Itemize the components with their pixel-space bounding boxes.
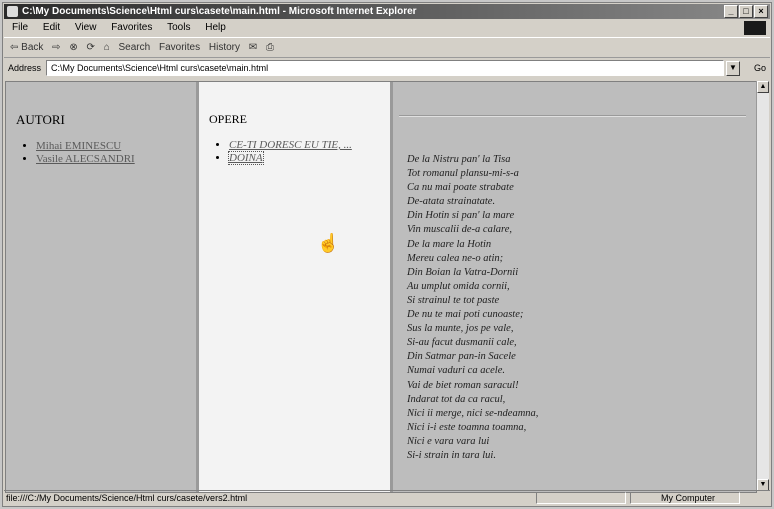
close-button[interactable]: ×	[754, 5, 768, 18]
poem-line: Au umplut omida cornii,	[407, 280, 510, 292]
hand-cursor-icon: ☝	[317, 233, 340, 253]
list-item: Vasile ALECSANDRI	[36, 153, 196, 165]
menu-file[interactable]: File	[12, 22, 28, 33]
menu-view[interactable]: View	[75, 22, 97, 33]
authors-heading: AUTORI	[16, 112, 65, 127]
stop-icon[interactable]: ⊗	[69, 38, 77, 57]
poem-frame: De la Nistru pan' la Tisa Tot romanul pla…	[393, 82, 756, 492]
poem-line: De la mare la Hotin	[407, 238, 492, 250]
maximize-button[interactable]: □	[739, 5, 753, 18]
page-content: AUTORI Mihai EMINESCU Vasile ALECSANDRI …	[5, 81, 757, 493]
poem-line: Mereu calea ne-o atin;	[407, 252, 504, 264]
poem-line: Tot romanul plansu-mi-s-a	[407, 168, 519, 180]
poem-line: Din Hotin si pan' la mare	[407, 210, 515, 222]
works-frame: OPERE CE-TI DORESC EU TIE, ... DOINA ☝	[199, 82, 393, 492]
refresh-icon[interactable]: ⟳	[87, 38, 95, 57]
windows-logo-icon	[744, 21, 766, 35]
poem-line: De-atata strainatate.	[407, 196, 496, 208]
poem-line: Ca nu mai poate strabate	[407, 182, 514, 194]
forward-button[interactable]: ⇨	[52, 38, 60, 57]
back-button[interactable]: ⇦ Back	[10, 38, 43, 57]
list-item: Mihai EMINESCU	[36, 140, 196, 152]
works-list: CE-TI DORESC EU TIE, ... DOINA	[199, 139, 390, 165]
vertical-scrollbar[interactable]: ▲ ▼	[756, 81, 769, 491]
poem-line: Sus la munte, jos pe vale,	[407, 323, 514, 335]
window-title: C:\My Documents\Science\Html curs\casete…	[22, 6, 417, 17]
poem-line: Din Boian la Vatra-Dornii	[407, 266, 519, 278]
browser-window: C:\My Documents\Science\Html curs\casete…	[2, 2, 772, 507]
authors-list: Mihai EMINESCU Vasile ALECSANDRI	[6, 140, 196, 165]
list-item: DOINA	[228, 151, 390, 165]
poem-line: Indarat tot da ca racul,	[407, 393, 506, 405]
poem-line: Din Satmar pan-in Sacele	[407, 351, 516, 363]
address-field[interactable]: C:\My Documents\Science\Html curs\casete…	[46, 60, 724, 76]
mail-icon[interactable]: ✉	[249, 38, 257, 57]
status-cells	[536, 492, 626, 504]
poem-line: Nici e vara vara lui	[407, 435, 490, 447]
print-icon[interactable]: ⎙	[266, 38, 274, 57]
poem-line: Nici ii merge, nici se-ndeamna,	[407, 407, 539, 419]
poem-line: De nu te mai poti cunoaste;	[407, 309, 524, 321]
menu-edit[interactable]: Edit	[43, 22, 60, 33]
poem-line: Nici i-i este toamna toamna,	[407, 421, 527, 433]
poem-line: Si strainul te tot paste	[407, 294, 500, 306]
author-link-alecsandri[interactable]: Vasile ALECSANDRI	[36, 153, 135, 165]
work-link-ce-ti-doresc[interactable]: CE-TI DORESC EU TIE, ...	[229, 139, 352, 151]
poem-line: De la Nistru pan' la Tisa	[407, 154, 511, 165]
title-bar: C:\My Documents\Science\Html curs\casete…	[4, 4, 770, 19]
menu-favorites[interactable]: Favorites	[111, 22, 152, 33]
history-button[interactable]: History	[209, 38, 240, 57]
menu-bar: File Edit View Favorites Tools Help	[4, 20, 770, 36]
scroll-up-icon[interactable]: ▲	[757, 81, 769, 93]
ie-icon	[7, 6, 18, 17]
chevron-down-icon[interactable]: ▼	[726, 61, 740, 76]
poem-text: De la Nistru pan' la Tisa Tot romanul pla…	[407, 153, 538, 463]
address-bar: Address C:\My Documents\Science\Html cur…	[4, 58, 770, 78]
poem-line: Si-i strain in tara lui.	[407, 449, 496, 461]
favorites-button[interactable]: Favorites	[159, 38, 200, 57]
menu-help[interactable]: Help	[205, 22, 226, 33]
list-item: CE-TI DORESC EU TIE, ...	[229, 139, 390, 151]
status-bar: file:///C:/My Documents/Science/Html cur…	[4, 490, 770, 505]
poem-line: Vai de biet roman saracul!	[407, 379, 519, 391]
search-button[interactable]: Search	[119, 38, 151, 57]
address-label: Address	[8, 63, 42, 73]
works-heading: OPERE	[209, 112, 248, 126]
window-controls: _ □ ×	[724, 5, 768, 18]
divider	[399, 115, 746, 117]
security-zone: My Computer	[630, 492, 740, 504]
poem-line: Vin muscalii de-a calare,	[407, 224, 512, 236]
home-icon[interactable]: ⌂	[104, 38, 110, 57]
poem-line: Si-au facut dusmanii cale,	[407, 337, 517, 349]
authors-frame: AUTORI Mihai EMINESCU Vasile ALECSANDRI	[6, 82, 199, 492]
minimize-button[interactable]: _	[724, 5, 738, 18]
status-url: file:///C:/My Documents/Science/Html cur…	[6, 493, 248, 503]
standard-toolbar: ⇦ Back ⇨ ⊗ ⟳ ⌂ Search Favorites History …	[4, 37, 770, 58]
go-button[interactable]: Go	[754, 58, 766, 78]
poem-line: Numai vaduri ca acele.	[407, 365, 505, 377]
author-link-eminescu[interactable]: Mihai EMINESCU	[36, 140, 121, 152]
work-link-doina[interactable]: DOINA	[228, 151, 264, 165]
menu-tools[interactable]: Tools	[167, 22, 190, 33]
